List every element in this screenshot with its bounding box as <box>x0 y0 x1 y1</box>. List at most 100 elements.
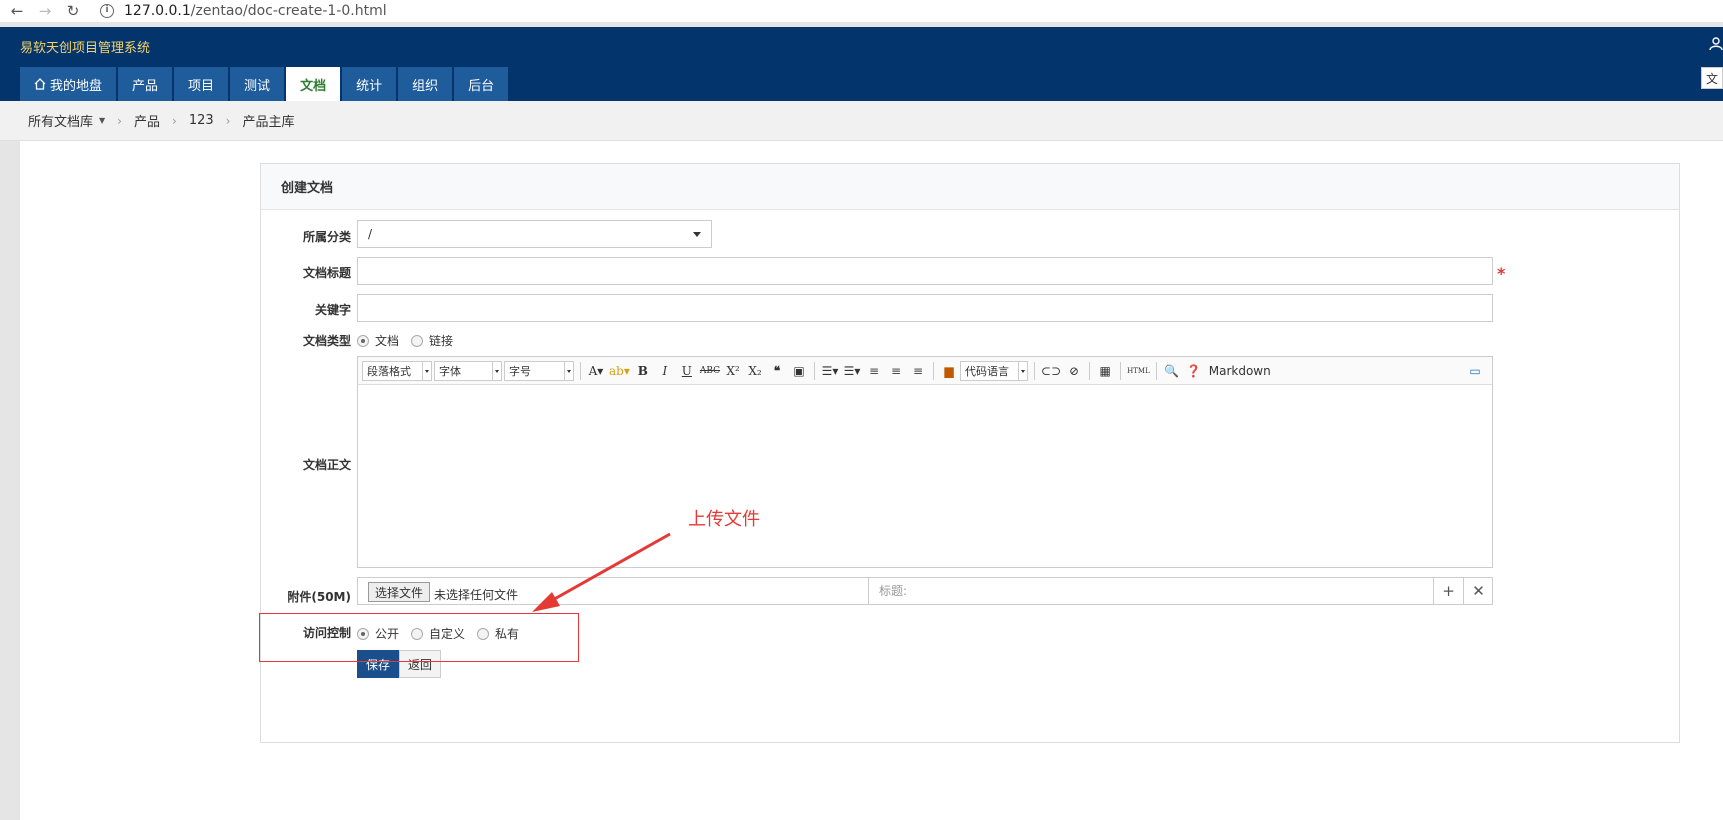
breadcrumb: 所有文档库 ▼ › 产品 › 123 › 产品主库 <box>0 101 1723 141</box>
font-label: 字体 <box>439 364 461 378</box>
image-icon[interactable]: ▆ <box>940 361 958 381</box>
font-color-icon[interactable]: A▾ <box>587 361 605 381</box>
unlink-icon[interactable]: ⊘ <box>1065 361 1083 381</box>
toolbar-divider <box>1089 361 1091 380</box>
doc-title-input[interactable] <box>357 257 1493 285</box>
html-icon[interactable]: HTML <box>1127 361 1150 381</box>
editor-toolbar: 段落格式 字体 字号 A▾ ab▾ B I U ABC X² X₂ ❝ ▣ ☰▾… <box>358 357 1492 385</box>
code-language-select[interactable]: 代码语言 <box>960 360 1029 381</box>
file-status: 未选择任何文件 <box>434 588 519 602</box>
nav-item-company[interactable]: 组织 <box>398 67 453 101</box>
fullscreen-icon[interactable]: ▭ <box>1466 361 1484 381</box>
breadcrumb-item[interactable]: 123 <box>189 113 214 128</box>
toolbar-divider <box>1155 361 1157 380</box>
category-select[interactable]: / <box>357 220 712 248</box>
body-label: 文档正文 <box>302 458 351 472</box>
underline-icon[interactable]: U <box>678 361 696 381</box>
bold-icon[interactable]: B <box>634 361 652 381</box>
help-icon[interactable]: ❓ <box>1185 361 1203 381</box>
unordered-list-icon[interactable]: ☰▾ <box>843 361 861 381</box>
address-bar[interactable]: i 127.0.0.1/zentao/doc-create-1-0.html <box>100 1 387 21</box>
category-value: / <box>368 227 373 241</box>
doc-title-label: 文档标题 <box>302 266 351 280</box>
quote-icon[interactable]: ❝ <box>768 361 786 381</box>
chevron-right-icon: › <box>225 113 231 128</box>
required-icon: * <box>1497 264 1506 283</box>
toolbar-divider <box>1120 361 1122 380</box>
toolbar-divider <box>933 361 935 380</box>
editor-content[interactable] <box>358 385 1492 567</box>
align-left-icon[interactable]: ≡ <box>865 361 883 381</box>
table-icon[interactable]: ▦ <box>1096 361 1114 381</box>
reload-icon[interactable]: ↻ <box>62 1 84 21</box>
preview-icon[interactable]: 🔍 <box>1163 361 1181 381</box>
breadcrumb-item[interactable]: 产品主库 <box>242 111 294 130</box>
ordered-list-icon[interactable]: ☰▾ <box>821 361 839 381</box>
keywords-input[interactable] <box>357 294 1493 322</box>
align-center-icon[interactable]: ≡ <box>887 361 905 381</box>
code-language-label: 代码语言 <box>965 364 1010 378</box>
url-text[interactable]: 127.0.0.1/zentao/doc-create-1-0.html <box>124 3 387 19</box>
radio-doc-label[interactable]: 文档 <box>375 332 399 349</box>
toolbar-divider <box>814 361 816 380</box>
font-select[interactable]: 字体 <box>434 360 502 381</box>
info-icon[interactable]: i <box>100 4 114 18</box>
align-right-icon[interactable]: ≡ <box>909 361 927 381</box>
file-title-input[interactable]: 标题: <box>868 578 1433 604</box>
highlight-icon[interactable]: ab▾ <box>609 361 630 381</box>
nav-item-test[interactable]: 测试 <box>230 67 285 101</box>
browser-toolbar: ← → ↻ i 127.0.0.1/zentao/doc-create-1-0.… <box>0 0 1723 22</box>
breadcrumb-root[interactable]: 所有文档库 <box>28 111 93 130</box>
attachment-label: 附件(50M) <box>287 590 351 604</box>
markdown-toggle[interactable]: Markdown <box>1209 364 1271 378</box>
dropdown-arrow-icon <box>564 361 573 380</box>
size-label: 字号 <box>509 364 531 378</box>
link-icon[interactable]: ⊂⊃ <box>1041 361 1061 381</box>
nav-item-label: 我的地盘 <box>50 78 103 94</box>
radio-doc[interactable] <box>357 334 369 347</box>
attachment-row: 选择文件 未选择任何文件 标题: + ✕ <box>357 577 1493 605</box>
type-label: 文档类型 <box>302 334 351 348</box>
paste-icon[interactable]: ▣ <box>790 361 808 381</box>
nav-item-product[interactable]: 产品 <box>118 67 173 101</box>
italic-icon[interactable]: I <box>656 361 674 381</box>
toolbar-divider <box>1034 361 1036 380</box>
back-icon[interactable]: ← <box>6 1 28 21</box>
keywords-label: 关键字 <box>314 303 351 317</box>
subscript-icon[interactable]: X₂ <box>746 361 764 381</box>
breadcrumb-item[interactable]: 产品 <box>134 111 160 130</box>
card-title: 创建文档 <box>261 164 1679 210</box>
main-nav: 我的地盘 产品 项目 测试 文档 统计 组织 后台 <box>20 67 510 101</box>
caret-down-icon[interactable]: ▼ <box>99 116 105 125</box>
close-icon[interactable]: ✕ <box>1463 578 1493 604</box>
dropdown-arrow-icon <box>693 232 701 237</box>
dropdown-arrow-icon <box>492 361 501 380</box>
size-select[interactable]: 字号 <box>504 360 574 381</box>
nav-item-my[interactable]: 我的地盘 <box>20 67 117 101</box>
radio-link[interactable] <box>411 334 424 347</box>
annotation-label: 上传文件 <box>688 509 760 530</box>
toolbar-divider <box>580 361 581 380</box>
choose-file-button[interactable]: 选择文件 <box>368 582 431 602</box>
chevron-right-icon: › <box>117 113 122 128</box>
home-icon <box>34 78 46 90</box>
annotation-highlight-box <box>259 613 579 662</box>
type-radio-group: 文档 链接 <box>357 332 465 349</box>
nav-item-project[interactable]: 项目 <box>174 67 229 101</box>
nav-item-report[interactable]: 统计 <box>342 67 397 101</box>
radio-link-label[interactable]: 链接 <box>429 332 453 349</box>
annotation-arrow-icon <box>532 532 671 612</box>
strikethrough-icon[interactable]: ABC <box>700 361 720 381</box>
url-host: 127.0.0.1 <box>124 3 191 19</box>
paragraph-select[interactable]: 段落格式 <box>362 360 432 381</box>
dropdown-arrow-icon <box>1018 361 1027 380</box>
nav-item-admin[interactable]: 后台 <box>454 67 509 101</box>
add-icon[interactable]: + <box>1433 578 1463 604</box>
app-title: 易软天创项目管理系统 <box>20 41 151 56</box>
superscript-icon[interactable]: X² <box>724 361 742 381</box>
nav-item-doc[interactable]: 文档 <box>286 67 341 101</box>
forward-icon[interactable]: → <box>34 1 56 21</box>
language-switch[interactable]: 文 <box>1701 67 1723 89</box>
paragraph-label: 段落格式 <box>367 364 411 378</box>
user-icon[interactable] <box>1709 37 1723 55</box>
